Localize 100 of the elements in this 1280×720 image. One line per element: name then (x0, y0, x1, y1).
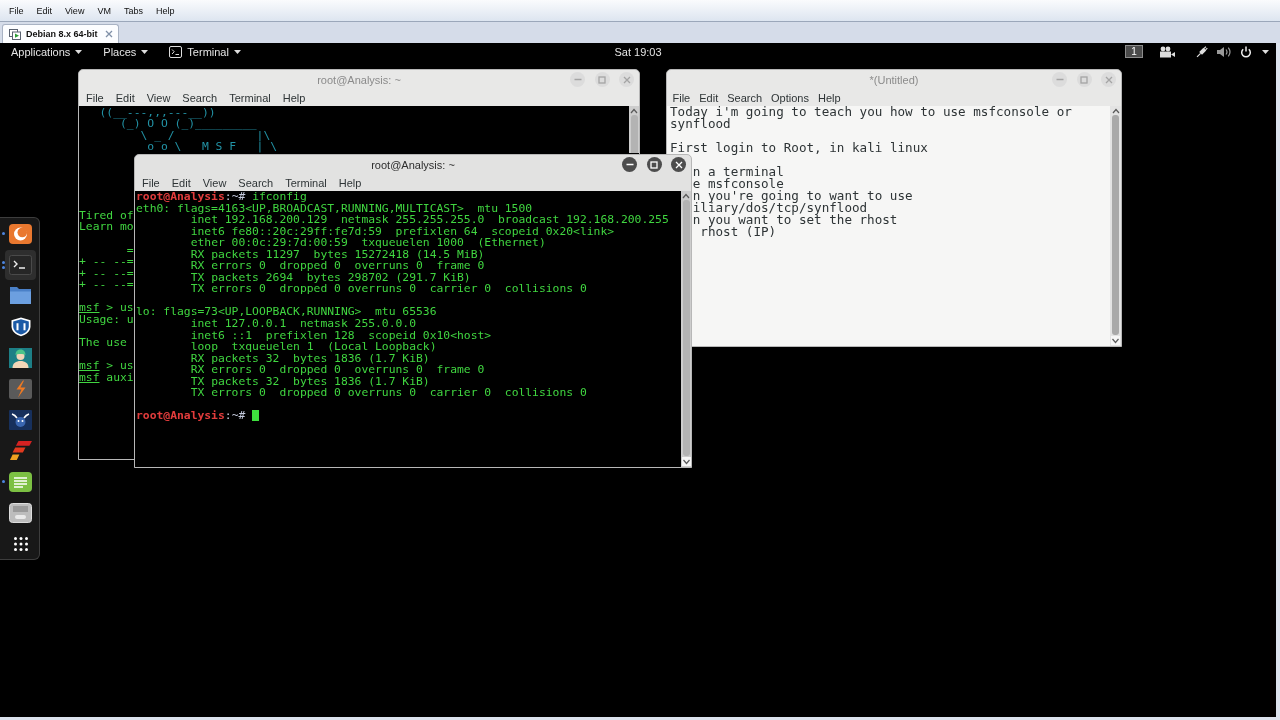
menu-item[interactable]: View (140, 91, 177, 104)
terminal-line: TX packets 2694 bytes 298702 (291.7 KiB) (190, 271, 471, 284)
menu-item[interactable]: Help (276, 91, 312, 104)
command-text: ifconfig (252, 191, 307, 203)
scrollbar-thumb[interactable] (630, 115, 638, 153)
terminal-line: + -- --= (79, 279, 134, 291)
menu-item[interactable]: Search (176, 91, 224, 104)
terminal-line: loop txqueuelen 1 (Local Loopback) (190, 341, 437, 353)
menu-item[interactable]: Help (332, 176, 368, 189)
scroll-down-icon[interactable] (1111, 336, 1120, 345)
close-button[interactable] (671, 157, 686, 172)
plug-icon[interactable] (1195, 44, 1209, 59)
ascii-art-line: (_) O O (_)_________ (120, 119, 257, 130)
workspace-indicator[interactable]: 1 (1125, 45, 1143, 58)
terminal-line: RX errors 0 dropped 0 overruns 0 frame 0 (190, 260, 485, 272)
ascii-art-line: o o \ M S F | \ (147, 142, 278, 153)
scrollbar[interactable] (629, 106, 639, 153)
scroll-up-icon[interactable] (630, 108, 638, 114)
power-icon[interactable] (1240, 45, 1252, 58)
terminal-line: The use (79, 336, 127, 349)
horned-head-icon (9, 409, 32, 430)
minimize-button[interactable] (622, 157, 637, 172)
window-title: *(Untitled) (869, 73, 919, 86)
slanted-bars-icon (9, 441, 32, 460)
ascii-art-line: \ _ / |\ (140, 130, 271, 141)
scroll-up-icon[interactable] (682, 193, 690, 199)
menu-item[interactable]: Edit (109, 91, 141, 104)
maximize-icon (1080, 75, 1088, 84)
menu-item[interactable]: VM (90, 3, 118, 18)
document-text: First login to Root, in kali linux (670, 142, 928, 154)
terminal-line: msf > us (79, 360, 134, 372)
close-icon (622, 75, 631, 84)
scrollbar[interactable] (1110, 106, 1121, 346)
terminal-line: RX packets 32 bytes 1836 (1.7 KiB) (190, 352, 430, 365)
terminal-line: TX errors 0 dropped 0 overruns 0 carrier 0 collisions 0 (190, 283, 587, 295)
video-camera-icon[interactable] (1159, 45, 1175, 58)
terminal-line: TX packets 32 bytes 1836 (1.7 KiB) (190, 375, 430, 388)
volume-icon[interactable] (1216, 45, 1232, 58)
terminal-line: msf auxi (79, 371, 134, 384)
avatar-icon (9, 347, 32, 368)
top-bar-menu[interactable]: Applications (11, 45, 83, 58)
terminal-line: lo: flags=73<UP,LOOPBACK,RUNNING> mtu 65536 (136, 306, 437, 318)
maximize-icon (598, 75, 606, 84)
menu-item[interactable]: File (2, 3, 30, 18)
shield-icon (10, 316, 31, 337)
terminal-line: TX errors 0 dropped 0 overruns 0 carrier 0 collisions 0 (190, 387, 587, 399)
menu-item[interactable]: View (196, 176, 233, 189)
document-text: iliary/dos/tcp/synflood (692, 202, 868, 214)
scroll-down-icon[interactable] (681, 457, 691, 466)
shell-prompt: root@Analysis:~# (136, 191, 246, 203)
scrollbar[interactable] (681, 191, 691, 467)
crescent-tile-icon (9, 223, 32, 244)
top-bar-menu[interactable]: Places (103, 45, 149, 58)
menu-item[interactable]: Edit (30, 3, 59, 18)
menu-item[interactable]: File (668, 91, 695, 104)
menu-item[interactable]: Help (813, 91, 846, 104)
scroll-up-icon[interactable] (1111, 108, 1120, 114)
top-bar-menu[interactable]: Terminal (169, 45, 241, 58)
terminal-icon (169, 45, 183, 58)
maximize-icon (650, 160, 658, 169)
terminal-line: + -- --= (79, 256, 134, 268)
document-text: n a terminal (692, 166, 784, 178)
shell-prompt: root@Analysis:~# (136, 410, 246, 422)
menu-item[interactable]: Help (149, 3, 181, 18)
clock[interactable]: Sat 19:03 (614, 45, 662, 58)
menu-item[interactable]: Terminal (223, 91, 277, 104)
document-text: n you're going to want to use (692, 190, 913, 202)
terminal-line: Usage: u (79, 313, 134, 326)
menu-item[interactable]: Options (766, 91, 814, 104)
menu-item[interactable]: Edit (165, 176, 197, 189)
menu-item[interactable]: Search (722, 91, 767, 104)
scrollbar-thumb[interactable] (682, 200, 690, 456)
terminal-line: RX errors 0 dropped 0 overruns 0 frame 0 (190, 364, 485, 376)
document-text: Today i'm going to teach you how to use msfconsole or synflood (670, 106, 1073, 130)
tab[interactable]: Debian 8.x 64-bit (2, 24, 119, 43)
folder-icon (9, 286, 32, 305)
terminal-line: + -- --= (79, 267, 134, 280)
terminal-line: Learn mo (79, 221, 134, 234)
caret-icon[interactable] (1262, 49, 1269, 54)
maximize-button[interactable] (646, 157, 662, 172)
menu-item[interactable]: Search (232, 176, 280, 189)
menu-item[interactable]: Edit (694, 91, 723, 104)
terminal-line: inet6 fe80::20c:29ff:fe7d:59 prefixlen 64 scopeid 0x20<link> (190, 225, 615, 238)
caret-icon (233, 49, 241, 54)
terminal-line: eth0: flags=4163<UP,BROADCAST,RUNNING,MULTICAST> mtu 1500 (136, 202, 533, 215)
document-text: rhost (IP) (700, 226, 777, 238)
scrollbar-thumb[interactable] (1112, 115, 1119, 335)
close-icon[interactable] (104, 30, 113, 38)
close-icon (674, 160, 683, 169)
app-grid-icon (13, 536, 28, 551)
menu-item[interactable]: View (58, 3, 91, 18)
terminal-line: inet 192.168.200.129 netmask 255.255.255.0 broadcast 192.168.200.255 (190, 214, 669, 226)
terminal-line: = (126, 244, 134, 257)
menu-item[interactable]: File (136, 176, 166, 189)
caret-icon (141, 49, 149, 54)
menu-item[interactable]: Terminal (279, 176, 333, 189)
menu-item[interactable]: File (80, 91, 110, 104)
ascii-art-line: ((__---,,,---__)) (99, 107, 216, 118)
window-title: root@Analysis: ~ (371, 158, 455, 171)
menu-item[interactable]: Tabs (117, 3, 150, 18)
